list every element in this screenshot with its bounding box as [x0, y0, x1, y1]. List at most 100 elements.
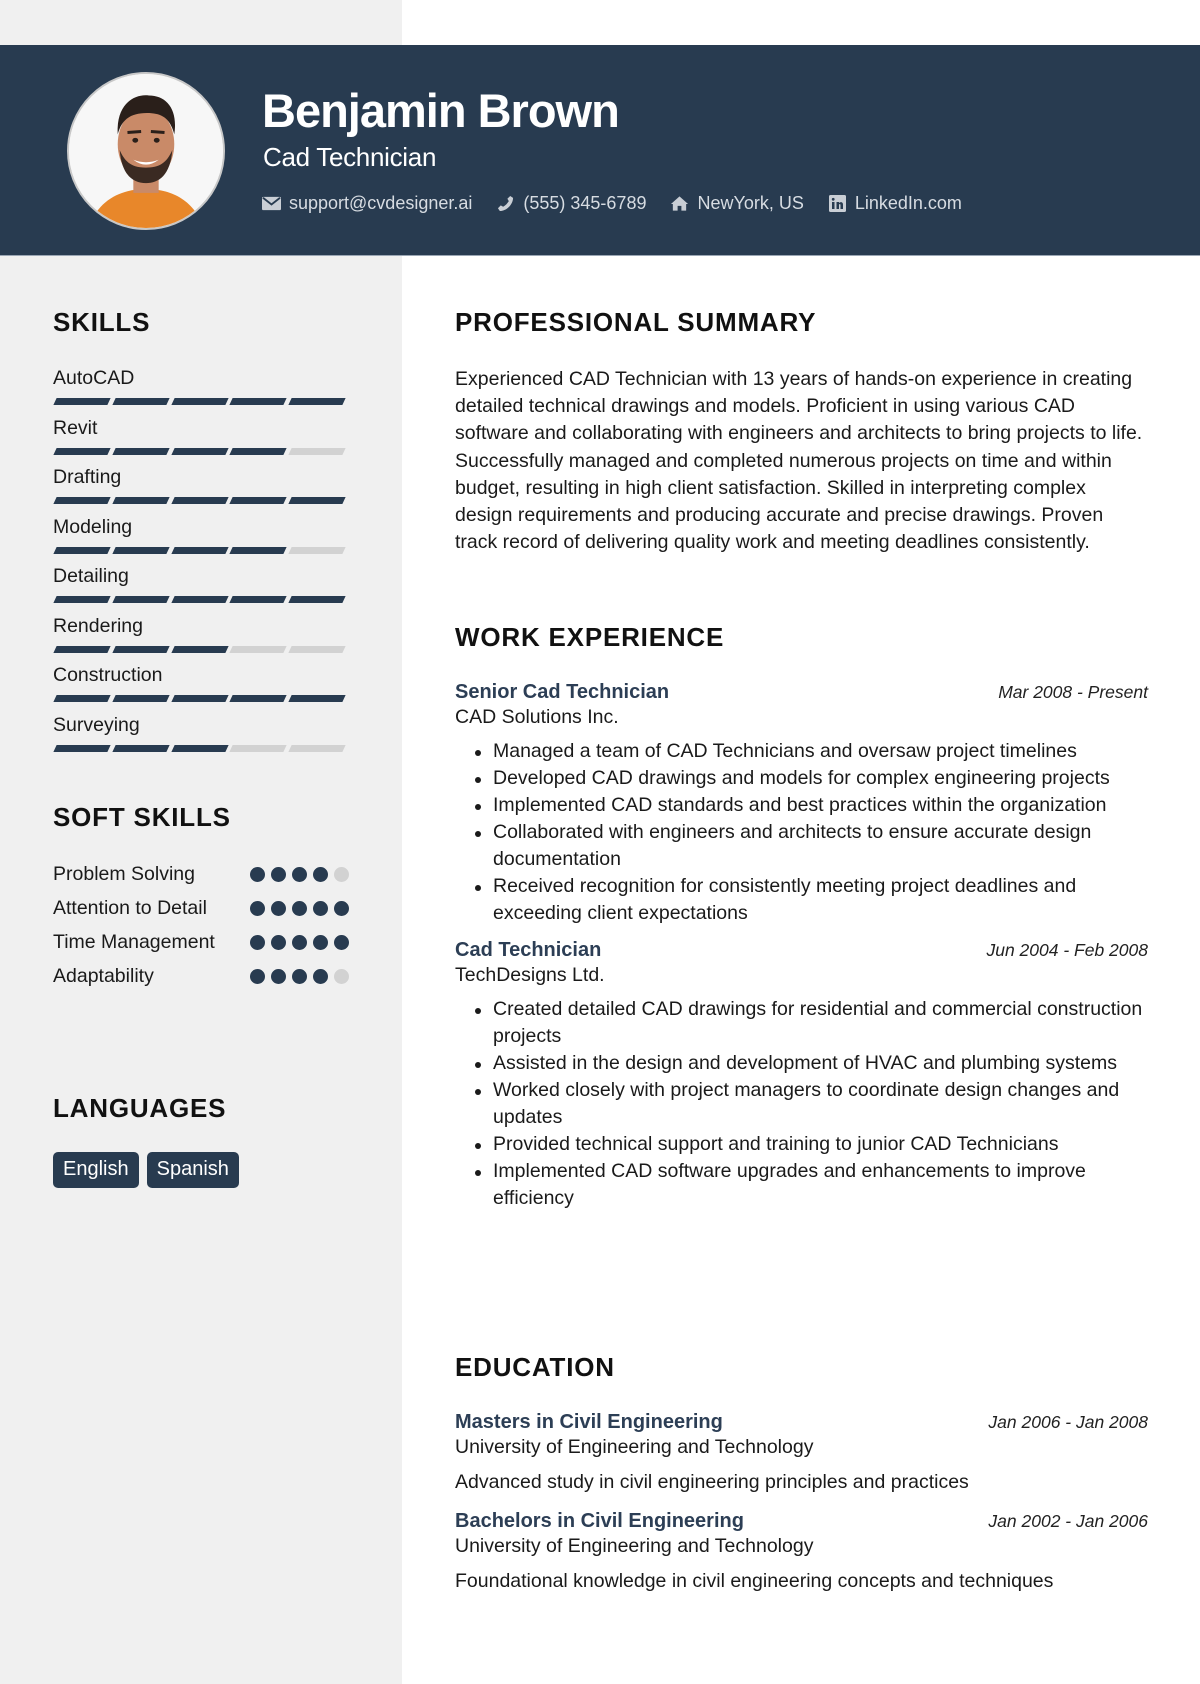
- skill-item: Revit: [53, 416, 349, 466]
- skill-item: Surveying: [53, 713, 349, 763]
- resume-header: Benjamin Brown Cad Technician support@cv…: [0, 45, 1200, 256]
- skill-name: Construction: [53, 664, 163, 686]
- rating-dot-filled: [271, 935, 286, 950]
- skill-segment-filled: [170, 744, 229, 752]
- job-header: Cad Technician Jun 2004 - Feb 2008: [455, 939, 1148, 962]
- bullet-item: Assisted in the design and development o…: [469, 1050, 1148, 1077]
- soft-skill-rating: [244, 867, 349, 882]
- rating-dot-empty: [334, 969, 349, 984]
- skill-segment-filled: [112, 695, 170, 702]
- rating-dot-filled: [334, 901, 349, 916]
- rating-dot-filled: [313, 935, 328, 950]
- contact-location-label: NewYork, US: [697, 193, 804, 213]
- bullet-item: Received recognition for consistently me…: [469, 873, 1148, 927]
- skill-segment-filled: [170, 645, 229, 653]
- skill-segment-filled: [288, 596, 346, 603]
- skill-segment-filled: [229, 447, 287, 455]
- education-description: Advanced study in civil engineering prin…: [455, 1471, 969, 1493]
- rating-dot-filled: [292, 969, 307, 984]
- languages-section: LANGUAGES English Spanish: [53, 1093, 349, 1188]
- skill-segment-filled: [229, 497, 287, 504]
- person-portrait-icon: [69, 74, 223, 228]
- summary-heading: PROFESSIONAL SUMMARY: [455, 307, 817, 337]
- skill-level-bar: [53, 497, 349, 504]
- skill-segment-filled: [170, 398, 229, 405]
- linkedin-icon: [828, 195, 847, 212]
- soft-skill-rating: [244, 969, 349, 984]
- school-name: University of Engineering and Technology: [455, 1436, 814, 1458]
- language-badge: English: [53, 1152, 139, 1188]
- skill-segment-filled: [229, 546, 287, 554]
- soft-skill-name: Attention to Detail: [53, 897, 207, 919]
- envelope-icon: [262, 195, 281, 212]
- skill-segment-filled: [53, 596, 111, 603]
- skill-segment-filled: [229, 596, 287, 603]
- skill-segment-filled: [53, 497, 111, 504]
- skill-name: Surveying: [53, 713, 140, 736]
- contact-email-label: support@cvdesigner.ai: [289, 193, 473, 213]
- rating-dot-filled: [292, 935, 307, 950]
- skill-segment-empty: [288, 546, 346, 554]
- soft-skills-list: Problem Solving Attention to Detail Time M…: [53, 861, 349, 990]
- bullet-item: Implemented CAD standards and best pract…: [469, 792, 1148, 819]
- soft-skill-item: Attention to Detail: [53, 895, 349, 922]
- profile-photo: [67, 72, 225, 230]
- summary-text: Experienced CAD Technician with 13 years…: [455, 368, 1143, 554]
- contact-phone[interactable]: (555) 345-6789: [496, 193, 646, 214]
- education-heading: EDUCATION: [455, 1352, 615, 1382]
- language-badge: Spanish: [146, 1152, 239, 1188]
- degree-name: Bachelors in Civil Engineering: [455, 1510, 744, 1532]
- contact-linkedin-label: LinkedIn.com: [854, 193, 962, 213]
- job-entry: Senior Cad Technician Mar 2008 - Present C…: [455, 681, 1148, 927]
- soft-skill-name: Time Management: [53, 931, 215, 953]
- skills-section: SKILLS AutoCAD Revit Drafting Modeling Detai…: [53, 307, 349, 762]
- soft-skill-item: Adaptability: [53, 963, 349, 990]
- candidate-name: Benjamin Brown: [262, 84, 620, 137]
- skill-item: AutoCAD: [53, 366, 349, 416]
- skill-segment-filled: [112, 447, 170, 455]
- rating-dot-filled: [250, 867, 265, 882]
- bullet-item: Worked closely with project managers to …: [469, 1077, 1148, 1131]
- skill-name: AutoCAD: [53, 367, 135, 389]
- rating-dot-filled: [250, 901, 265, 916]
- skill-segment-filled: [229, 398, 287, 405]
- rating-dot-filled: [292, 901, 307, 916]
- skills-list: AutoCAD Revit Drafting Modeling Detailing Ren…: [53, 366, 349, 762]
- candidate-title: Cad Technician: [263, 142, 437, 172]
- education-description: Foundational knowledge in civil engineer…: [455, 1570, 1054, 1592]
- rating-dot-filled: [313, 901, 328, 916]
- skill-segment-filled: [112, 744, 170, 752]
- skill-level-bar: [53, 744, 349, 752]
- soft-skill-name: Adaptability: [53, 965, 154, 987]
- skill-item: Detailing: [53, 564, 349, 614]
- education-header: Bachelors in Civil Engineering Jan 2002 -…: [455, 1510, 1148, 1533]
- skill-segment-filled: [170, 596, 229, 603]
- skill-name: Detailing: [53, 565, 129, 587]
- soft-skills-heading: SOFT SKILLS: [53, 802, 231, 832]
- education-entry: Bachelors in Civil Engineering Jan 2002 -…: [455, 1510, 1148, 1595]
- bullet-item: Created detailed CAD drawings for reside…: [469, 996, 1148, 1050]
- rating-dot-filled: [271, 901, 286, 916]
- skill-name: Modeling: [53, 515, 133, 538]
- contact-location: NewYork, US: [670, 193, 804, 214]
- skill-segment-filled: [53, 645, 111, 653]
- bullet-item: Managed a team of CAD Technicians and ov…: [469, 738, 1148, 765]
- skill-segment-filled: [112, 497, 170, 504]
- bullet-item: Provided technical support and training …: [469, 1131, 1148, 1158]
- rating-dot-filled: [271, 969, 286, 984]
- skill-segment-filled: [170, 695, 229, 702]
- summary-section: PROFESSIONAL SUMMARY Experienced CAD Tec…: [455, 307, 1148, 556]
- job-title: Senior Cad Technician: [455, 681, 670, 703]
- company-name: TechDesigns Ltd.: [455, 964, 605, 986]
- home-icon: [670, 195, 689, 212]
- skill-segment-filled: [53, 447, 111, 455]
- skill-name: Revit: [53, 416, 98, 439]
- contact-email[interactable]: support@cvdesigner.ai: [262, 193, 472, 214]
- education-entry: Masters in Civil Engineering Jan 2006 - J…: [455, 1411, 1148, 1496]
- bullet-item: Collaborated with engineers and architec…: [469, 819, 1148, 873]
- skill-segment-filled: [170, 447, 229, 455]
- skill-level-bar: [53, 695, 349, 702]
- skill-name: Rendering: [53, 614, 143, 637]
- job-bullets: Created detailed CAD drawings for reside…: [469, 996, 1148, 1212]
- contact-linkedin[interactable]: LinkedIn.com: [828, 193, 962, 214]
